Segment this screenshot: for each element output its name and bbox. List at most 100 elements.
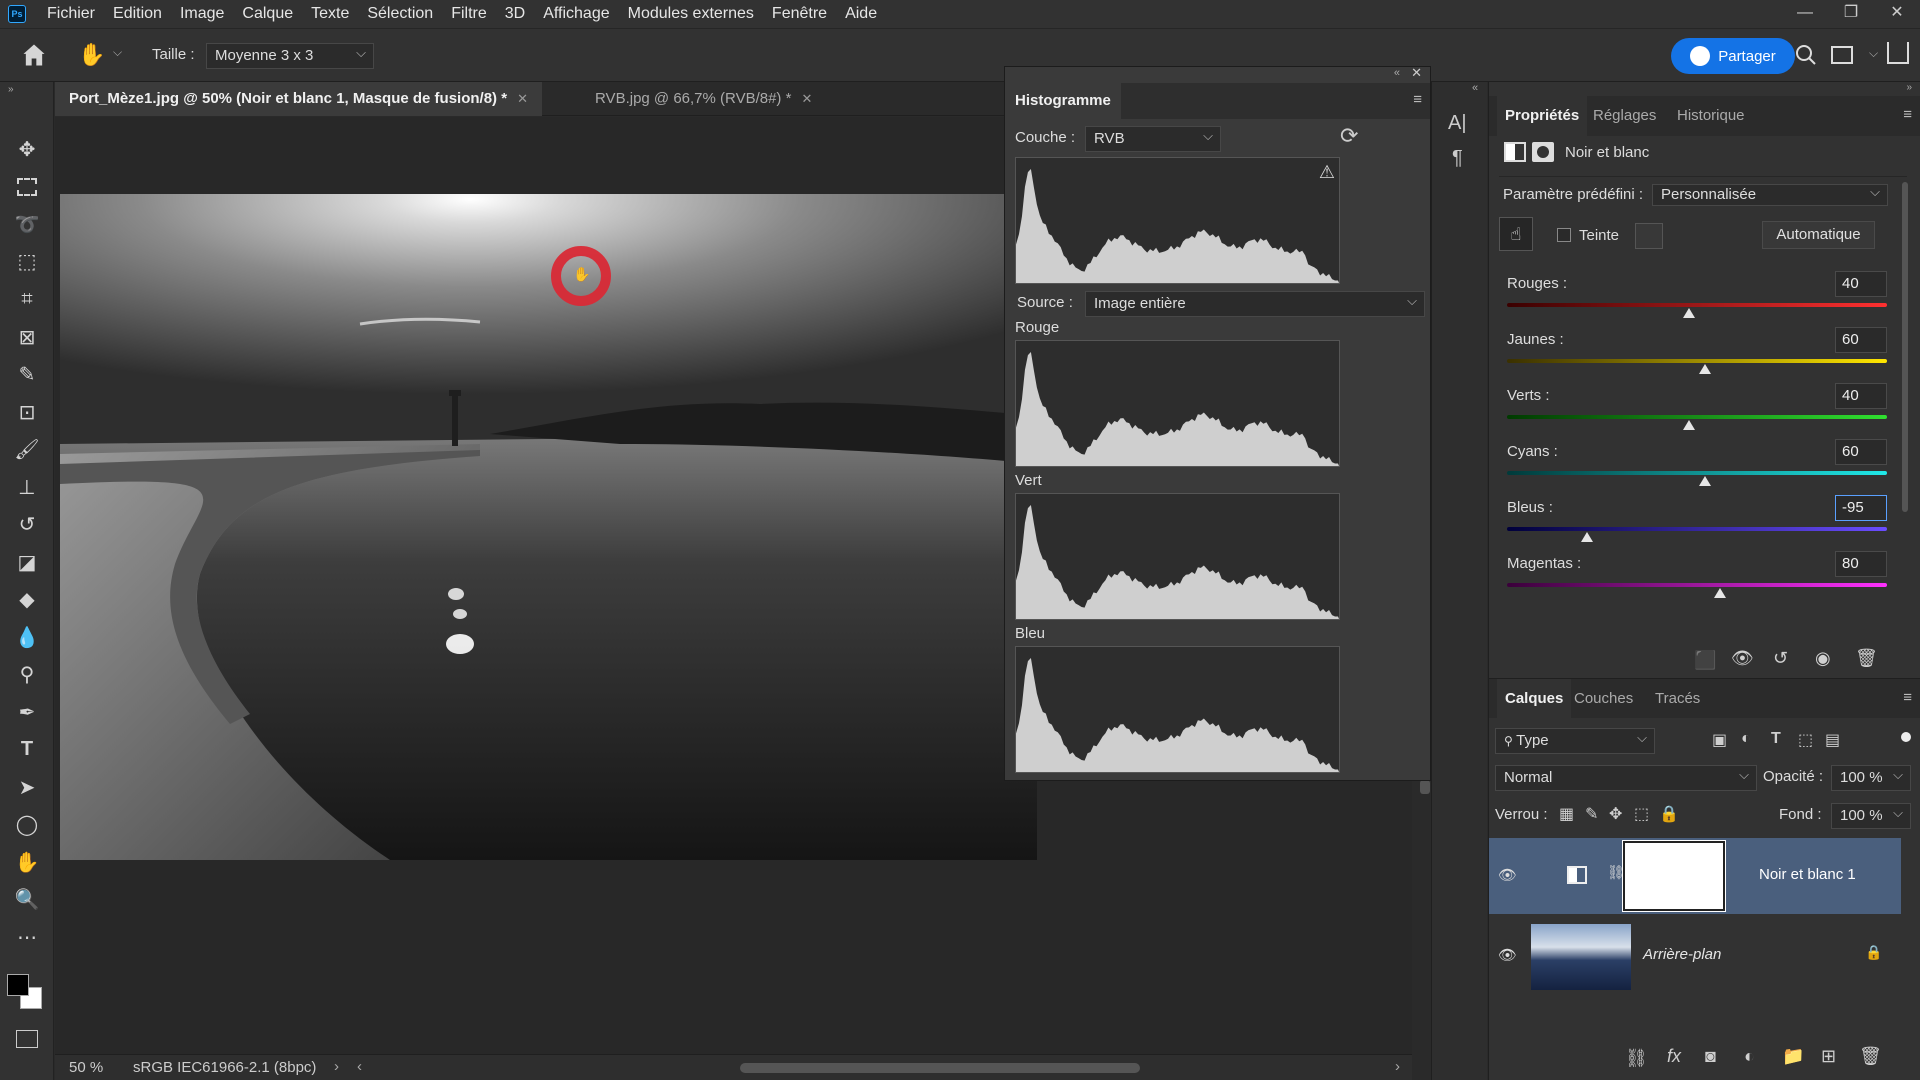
document-image[interactable] xyxy=(60,194,1037,860)
ellipse-tool-icon[interactable]: ◯ xyxy=(12,809,42,839)
quick-mask-icon[interactable] xyxy=(16,1030,38,1048)
source-dropdown[interactable]: Image entière xyxy=(1085,289,1425,317)
slider-thumb[interactable] xyxy=(1683,420,1696,430)
slider-thumb[interactable] xyxy=(1698,476,1711,486)
slider-value-field[interactable]: 80 xyxy=(1835,551,1887,577)
lock-all-icon[interactable]: 🔒 xyxy=(1659,804,1679,824)
restore-icon[interactable]: ❐ xyxy=(1828,0,1874,28)
pen-tool-icon[interactable]: ✒ xyxy=(12,697,42,727)
paragraph-panel-icon[interactable]: ¶ xyxy=(1452,147,1463,170)
add-mask-icon[interactable]: ◙ xyxy=(1705,1046,1716,1067)
share-button[interactable]: Partager xyxy=(1671,38,1795,74)
slider-value-field[interactable]: 60 xyxy=(1835,327,1887,353)
eye-icon[interactable]: 👁 xyxy=(1498,866,1517,884)
scroll-right-icon[interactable]: › xyxy=(1395,1058,1400,1075)
slider-thumb[interactable] xyxy=(1713,588,1726,598)
slider-value-field[interactable]: -95 xyxy=(1835,495,1887,521)
workspace-icon[interactable] xyxy=(1831,46,1853,64)
character-panel-icon[interactable]: A| xyxy=(1448,112,1467,135)
visibility-icon[interactable]: ◉ xyxy=(1815,648,1831,669)
expand-icon[interactable]: » xyxy=(1906,82,1912,93)
histogram-title[interactable]: Histogramme xyxy=(1005,83,1121,119)
hand-tool-icon[interactable]: ✋ xyxy=(12,847,42,877)
eraser-tool-icon[interactable]: ◪ xyxy=(12,547,42,577)
close-tab-icon[interactable]: ✕ xyxy=(517,91,528,106)
frame-tool-icon[interactable]: ⊠ xyxy=(12,322,42,352)
menu-filtre[interactable]: Filtre xyxy=(442,5,496,23)
menu-modules-externes[interactable]: Modules externes xyxy=(619,5,763,23)
vertical-scrollbar[interactable] xyxy=(1420,780,1430,794)
hand-tool-preset-icon[interactable]: ✋ xyxy=(78,42,105,68)
tab-couches[interactable]: Couches xyxy=(1574,679,1633,719)
layer-filter-dropdown[interactable]: ⚲ Type xyxy=(1495,726,1655,754)
filter-pixel-icon[interactable]: ▣ xyxy=(1712,730,1727,750)
slider-track[interactable] xyxy=(1507,471,1887,475)
home-icon[interactable] xyxy=(20,41,48,69)
clip-to-layer-icon[interactable]: ⬛ xyxy=(1694,650,1716,671)
history-brush-tool-icon[interactable]: ↺ xyxy=(12,509,42,539)
layer-row-noir-et-blanc[interactable]: 👁 ⛓ Noir et blanc 1 xyxy=(1489,838,1901,914)
marquee-tool-icon[interactable] xyxy=(12,172,42,202)
auto-button[interactable]: Automatique xyxy=(1762,221,1875,249)
filter-toggle[interactable] xyxy=(1901,732,1911,742)
chevron-down-icon[interactable]: ⌵ xyxy=(1869,46,1878,61)
tab-calques[interactable]: Calques xyxy=(1497,679,1572,719)
layer-name[interactable]: Noir et blanc 1 xyxy=(1759,866,1856,883)
slider-track[interactable] xyxy=(1507,303,1887,307)
slider-track[interactable] xyxy=(1507,527,1887,531)
tab-historique[interactable]: Historique xyxy=(1677,96,1745,136)
slider-track[interactable] xyxy=(1507,583,1887,587)
expand-icon[interactable]: » xyxy=(8,84,14,95)
horizontal-scrollbar[interactable] xyxy=(740,1063,1140,1073)
filter-shape-icon[interactable]: ⬚ xyxy=(1798,730,1813,750)
brush-tool-icon[interactable]: 🖌 xyxy=(12,434,42,464)
slider-track[interactable] xyxy=(1507,415,1887,419)
slider-value-field[interactable]: 60 xyxy=(1835,439,1887,465)
blur-tool-icon[interactable]: 💧 xyxy=(12,622,42,652)
dodge-tool-icon[interactable]: ⚲ xyxy=(12,659,42,689)
zoom-level[interactable]: 50 % xyxy=(69,1059,103,1076)
slider-track[interactable] xyxy=(1507,359,1887,363)
minimize-icon[interactable]: — xyxy=(1782,0,1828,28)
lock-position-icon[interactable]: ✥ xyxy=(1609,804,1622,824)
scroll-left-icon[interactable]: ‹ xyxy=(357,1058,362,1075)
menu-3d[interactable]: 3D xyxy=(496,5,534,23)
type-tool-icon[interactable]: T xyxy=(12,734,42,764)
background-layer-thumbnail[interactable] xyxy=(1531,924,1631,990)
size-dropdown[interactable]: Moyenne 3 x 3 xyxy=(206,41,374,69)
tab-reglages[interactable]: Réglages xyxy=(1593,96,1656,136)
close-tab-icon[interactable]: ✕ xyxy=(801,91,812,106)
collapse-icon[interactable]: « xyxy=(1394,67,1400,79)
refresh-icon[interactable]: ⟳ xyxy=(1340,123,1358,149)
delete-layer-icon[interactable]: 🗑 xyxy=(1859,1046,1882,1067)
lock-transparency-icon[interactable]: ▦ xyxy=(1559,804,1574,824)
slider-thumb[interactable] xyxy=(1580,532,1593,542)
paint-bucket-tool-icon[interactable]: ◆ xyxy=(12,584,42,614)
lock-image-icon[interactable]: ✎ xyxy=(1585,804,1598,824)
menu-selection[interactable]: Sélection xyxy=(358,5,442,23)
layer-mask-thumbnail[interactable] xyxy=(1622,840,1726,912)
menu-fenetre[interactable]: Fenêtre xyxy=(763,5,836,23)
channel-dropdown[interactable]: RVB xyxy=(1085,124,1221,152)
menu-aide[interactable]: Aide xyxy=(836,5,886,23)
targeted-adjustment-icon[interactable]: ☝ xyxy=(1499,217,1533,251)
export-icon[interactable] xyxy=(1887,42,1909,64)
warning-icon[interactable]: ⚠ xyxy=(1319,162,1335,183)
tint-color-swatch[interactable] xyxy=(1635,223,1663,249)
foreground-color-swatch[interactable] xyxy=(7,974,29,996)
slider-value-field[interactable]: 40 xyxy=(1835,271,1887,297)
tab-proprietes[interactable]: Propriétés xyxy=(1497,96,1588,136)
filter-smart-object-icon[interactable]: ▤ xyxy=(1825,730,1840,750)
tab-port-meze1[interactable]: Port_Mèze1.jpg @ 50% (Noir et blanc 1, M… xyxy=(55,82,542,116)
menu-edition[interactable]: Edition xyxy=(104,5,171,23)
collapse-icon[interactable]: « xyxy=(1472,82,1478,94)
menu-affichage[interactable]: Affichage xyxy=(534,5,618,23)
eyedropper-tool-icon[interactable]: ✎ xyxy=(12,359,42,389)
more-tools-icon[interactable]: ⋯ xyxy=(12,922,42,952)
lock-icon[interactable]: 🔒 xyxy=(1865,944,1882,961)
new-layer-icon[interactable]: ⊞ xyxy=(1821,1046,1836,1067)
menu-fichier[interactable]: Fichier xyxy=(38,5,104,23)
filter-type-icon[interactable]: T xyxy=(1771,730,1781,748)
crop-tool-icon[interactable]: ⌗ xyxy=(12,284,42,314)
filter-adjustment-icon[interactable]: ◐ xyxy=(1741,730,1751,748)
